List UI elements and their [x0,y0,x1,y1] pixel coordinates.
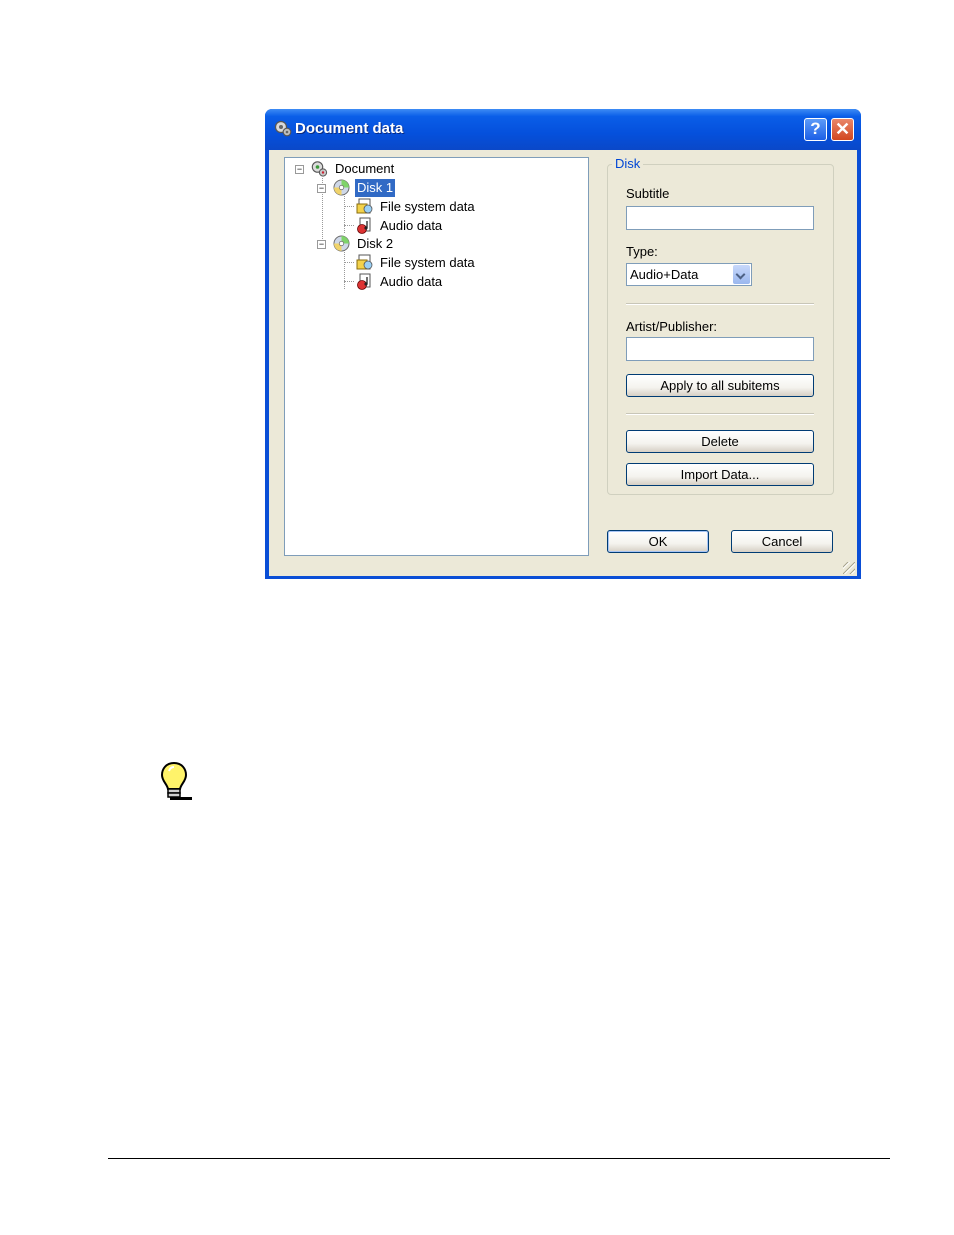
collapse-toggle[interactable]: − [295,165,304,174]
dialog-client-area: − Document − Disk 1 File system data Aud… [269,150,857,576]
artist-publisher-input[interactable] [626,337,814,361]
settings-gears-icon [274,120,292,137]
tree-label: Audio data [380,218,443,233]
cancel-button[interactable]: Cancel [731,530,833,553]
folder-document-icon [356,198,373,214]
help-button[interactable]: ? [804,118,827,141]
tree-label: Disk 2 [357,236,394,251]
subtitle-input[interactable] [626,206,814,230]
settings-gears-icon [311,161,328,177]
chevron-down-icon[interactable] [733,265,750,284]
collapse-toggle[interactable]: − [317,240,326,249]
audio-document-icon [357,217,371,234]
title-bar[interactable]: Document data ? ✕ [265,109,861,150]
resize-grip[interactable] [843,562,855,574]
collapse-toggle[interactable]: − [317,184,326,193]
close-button[interactable]: ✕ [831,118,854,141]
footer-rule [108,1158,890,1159]
cd-disc-icon [333,179,350,196]
separator [626,303,814,305]
ok-button[interactable]: OK [607,530,709,553]
tree-connector [344,250,345,289]
tree-label: Disk 1 [355,179,396,197]
type-select-value: Audio+Data [630,267,699,282]
window-title: Document data [295,120,404,137]
tree-label: Audio data [380,274,443,289]
tree-label: File system data [380,255,475,270]
type-label: Type: [626,244,658,259]
tree-connector [344,194,345,233]
document-tree[interactable]: − Document − Disk 1 File system data Aud… [284,157,589,556]
subtitle-label: Subtitle [626,186,670,201]
artist-publisher-label: Artist/Publisher: [626,319,718,334]
cd-disc-icon [333,235,350,252]
type-select[interactable]: Audio+Data [626,263,752,286]
apply-to-all-subitems-button[interactable]: Apply to all subitems [626,374,814,397]
folder-document-icon [356,254,373,270]
audio-document-icon [357,273,371,290]
group-legend: Disk [612,156,644,171]
tree-label: File system data [380,199,475,214]
document-data-dialog: Document data ? ✕ − Document − Disk 1 Fi… [265,109,861,579]
lightbulb-icon [160,761,192,800]
delete-button[interactable]: Delete [626,430,814,453]
separator [626,413,814,415]
import-data-button[interactable]: Import Data... [626,463,814,486]
tree-label: Document [335,161,395,176]
